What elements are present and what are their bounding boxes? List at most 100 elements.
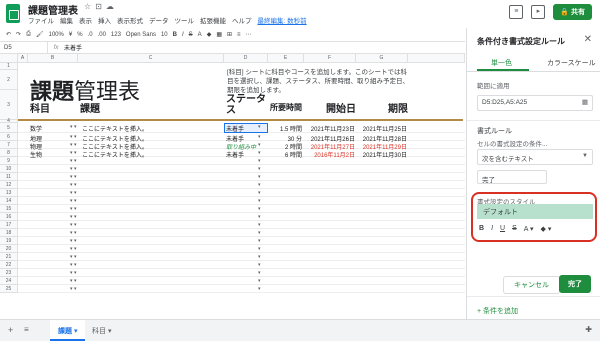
value-input[interactable]: 完了: [477, 170, 547, 184]
menu-file[interactable]: ファイル: [28, 15, 54, 25]
dropdown-arrow-icon[interactable]: ▾: [70, 174, 73, 180]
col-header-d[interactable]: D: [224, 54, 268, 63]
increase-decimal-button[interactable]: .00: [98, 32, 106, 38]
grid-select-icon[interactable]: ▦: [582, 98, 588, 106]
cell-subject[interactable]: 数学: [30, 124, 75, 133]
dropdown-arrow-icon[interactable]: ▾: [74, 254, 77, 260]
dropdown-arrow-icon[interactable]: ▾: [70, 182, 73, 188]
dropdown-arrow-icon[interactable]: ▾: [258, 230, 261, 236]
fill-color-icon[interactable]: ◆: [207, 31, 212, 38]
sheets-logo-icon[interactable]: [6, 4, 20, 23]
dropdown-arrow-icon[interactable]: ▾: [74, 182, 77, 188]
row-header[interactable]: 17: [0, 221, 18, 229]
dropdown-arrow-icon[interactable]: ▾: [74, 174, 77, 180]
dropdown-arrow-icon[interactable]: ▾: [258, 286, 261, 292]
dropdown-arrow-icon[interactable]: ▾: [258, 166, 261, 172]
row-header[interactable]: 3: [0, 90, 18, 120]
tab-single-color[interactable]: 単一色: [491, 58, 512, 68]
dropdown-arrow-icon[interactable]: ▾: [74, 270, 77, 276]
dropdown-arrow-icon[interactable]: ▾: [258, 174, 261, 180]
dropdown-arrow-icon[interactable]: ▾: [74, 222, 77, 228]
all-sheets-icon[interactable]: ≡: [24, 325, 29, 334]
tab-subjects[interactable]: 科目 ▾: [92, 326, 111, 336]
redo-icon[interactable]: ↷: [16, 31, 21, 38]
dropdown-arrow-icon[interactable]: ▾: [70, 270, 73, 276]
tab-tasks[interactable]: 課題 ▾: [50, 320, 86, 341]
dropdown-arrow-icon[interactable]: ▾: [74, 262, 77, 268]
dropdown-arrow-icon[interactable]: ▾: [70, 238, 73, 244]
cell-start[interactable]: 2016年11月2日: [306, 150, 355, 159]
more-icon[interactable]: ⋯: [246, 31, 252, 38]
dropdown-arrow-icon[interactable]: ▾: [74, 150, 77, 156]
align-icon[interactable]: ≡: [237, 32, 241, 38]
dropdown-arrow-icon[interactable]: ▾: [70, 230, 73, 236]
dropdown-arrow-icon[interactable]: ▾: [70, 214, 73, 220]
text-color-button[interactable]: A: [198, 32, 202, 38]
row-header[interactable]: 20: [0, 245, 18, 253]
style-preview[interactable]: デフォルト: [477, 204, 593, 219]
row-header[interactable]: 6: [0, 133, 18, 141]
style-italic-icon[interactable]: I: [491, 225, 493, 233]
add-rule-link[interactable]: + 条件を追加: [477, 306, 518, 316]
cell-start[interactable]: 2021年11月23日: [306, 124, 355, 133]
row-header[interactable]: 16: [0, 213, 18, 221]
bold-button[interactable]: B: [173, 32, 177, 38]
dropdown-arrow-icon[interactable]: ▾: [74, 206, 77, 212]
font-select[interactable]: Open Sans: [126, 32, 156, 38]
share-button[interactable]: 🔒 共有: [553, 4, 592, 20]
dropdown-arrow-icon[interactable]: ▾: [70, 278, 73, 284]
col-header-c[interactable]: C: [78, 54, 224, 63]
italic-button[interactable]: I: [182, 32, 184, 38]
dropdown-arrow-icon[interactable]: ▾: [70, 150, 73, 156]
dropdown-arrow-icon[interactable]: ▾: [258, 182, 261, 188]
dropdown-arrow-icon[interactable]: ▾: [74, 190, 77, 196]
condition-select[interactable]: 次を含むテキスト ▼: [477, 149, 593, 165]
dropdown-arrow-icon[interactable]: ▾: [74, 214, 77, 220]
row-header[interactable]: 25: [0, 285, 18, 293]
dropdown-arrow-icon[interactable]: ▾: [258, 246, 261, 252]
move-icon[interactable]: ⊡: [95, 2, 106, 11]
col-header-g[interactable]: G: [356, 54, 408, 63]
row-header[interactable]: 13: [0, 189, 18, 197]
menu-edit[interactable]: 編集: [60, 15, 73, 25]
row-header[interactable]: 15: [0, 205, 18, 213]
cell-duration[interactable]: 6 時間: [270, 150, 302, 159]
corner-header[interactable]: [0, 54, 18, 63]
dropdown-arrow-icon[interactable]: ▾: [74, 198, 77, 204]
row-header[interactable]: 19: [0, 237, 18, 245]
name-box[interactable]: D5: [0, 42, 48, 53]
dropdown-arrow-icon[interactable]: ▾: [258, 134, 261, 140]
dropdown-arrow-icon[interactable]: ▾: [74, 278, 77, 284]
col-header-b[interactable]: B: [28, 54, 78, 63]
dropdown-arrow-icon[interactable]: ▾: [74, 124, 77, 130]
col-header-e[interactable]: E: [268, 54, 304, 63]
col-header-f[interactable]: F: [304, 54, 356, 63]
style-text-color-icon[interactable]: A ▾: [524, 225, 534, 233]
cell-duration[interactable]: 1.5 時間: [270, 124, 302, 133]
col-header-a[interactable]: A: [18, 54, 28, 63]
dropdown-arrow-icon[interactable]: ▾: [258, 158, 261, 164]
dropdown-arrow-icon[interactable]: ▾: [74, 246, 77, 252]
zoom-select[interactable]: 100%: [49, 32, 64, 38]
dropdown-arrow-icon[interactable]: ▾: [70, 158, 73, 164]
dropdown-arrow-icon[interactable]: ▾: [70, 262, 73, 268]
cell-subject[interactable]: 生物: [30, 150, 75, 159]
row-header[interactable]: 21: [0, 253, 18, 261]
dropdown-arrow-icon[interactable]: ▾: [70, 134, 73, 140]
meet-icon[interactable]: ▸: [531, 5, 546, 19]
cell-task[interactable]: ここにテキストを挿入。: [82, 150, 222, 159]
format-select[interactable]: 123: [111, 32, 121, 38]
tab-color-scale[interactable]: カラースケール: [547, 58, 596, 68]
dropdown-arrow-icon[interactable]: ▾: [70, 286, 73, 292]
spreadsheet-grid[interactable]: A B C D E F G 1 2 3 4 5 6 7 8 9 10 11 12 13 14 15 16 17 1…: [0, 54, 465, 319]
menu-view[interactable]: 表示: [79, 15, 92, 25]
dropdown-arrow-icon[interactable]: ▾: [258, 190, 261, 196]
star-icon[interactable]: ☆: [84, 2, 95, 11]
dropdown-arrow-icon[interactable]: ▾: [74, 230, 77, 236]
style-fill-color-icon[interactable]: ◆ ▾: [541, 225, 552, 233]
dropdown-arrow-icon[interactable]: ▾: [258, 238, 261, 244]
dropdown-arrow-icon[interactable]: ▾: [258, 278, 261, 284]
dropdown-arrow-icon[interactable]: ▾: [70, 198, 73, 204]
close-icon[interactable]: ✕: [584, 34, 592, 45]
menu-data[interactable]: データ: [149, 15, 169, 25]
